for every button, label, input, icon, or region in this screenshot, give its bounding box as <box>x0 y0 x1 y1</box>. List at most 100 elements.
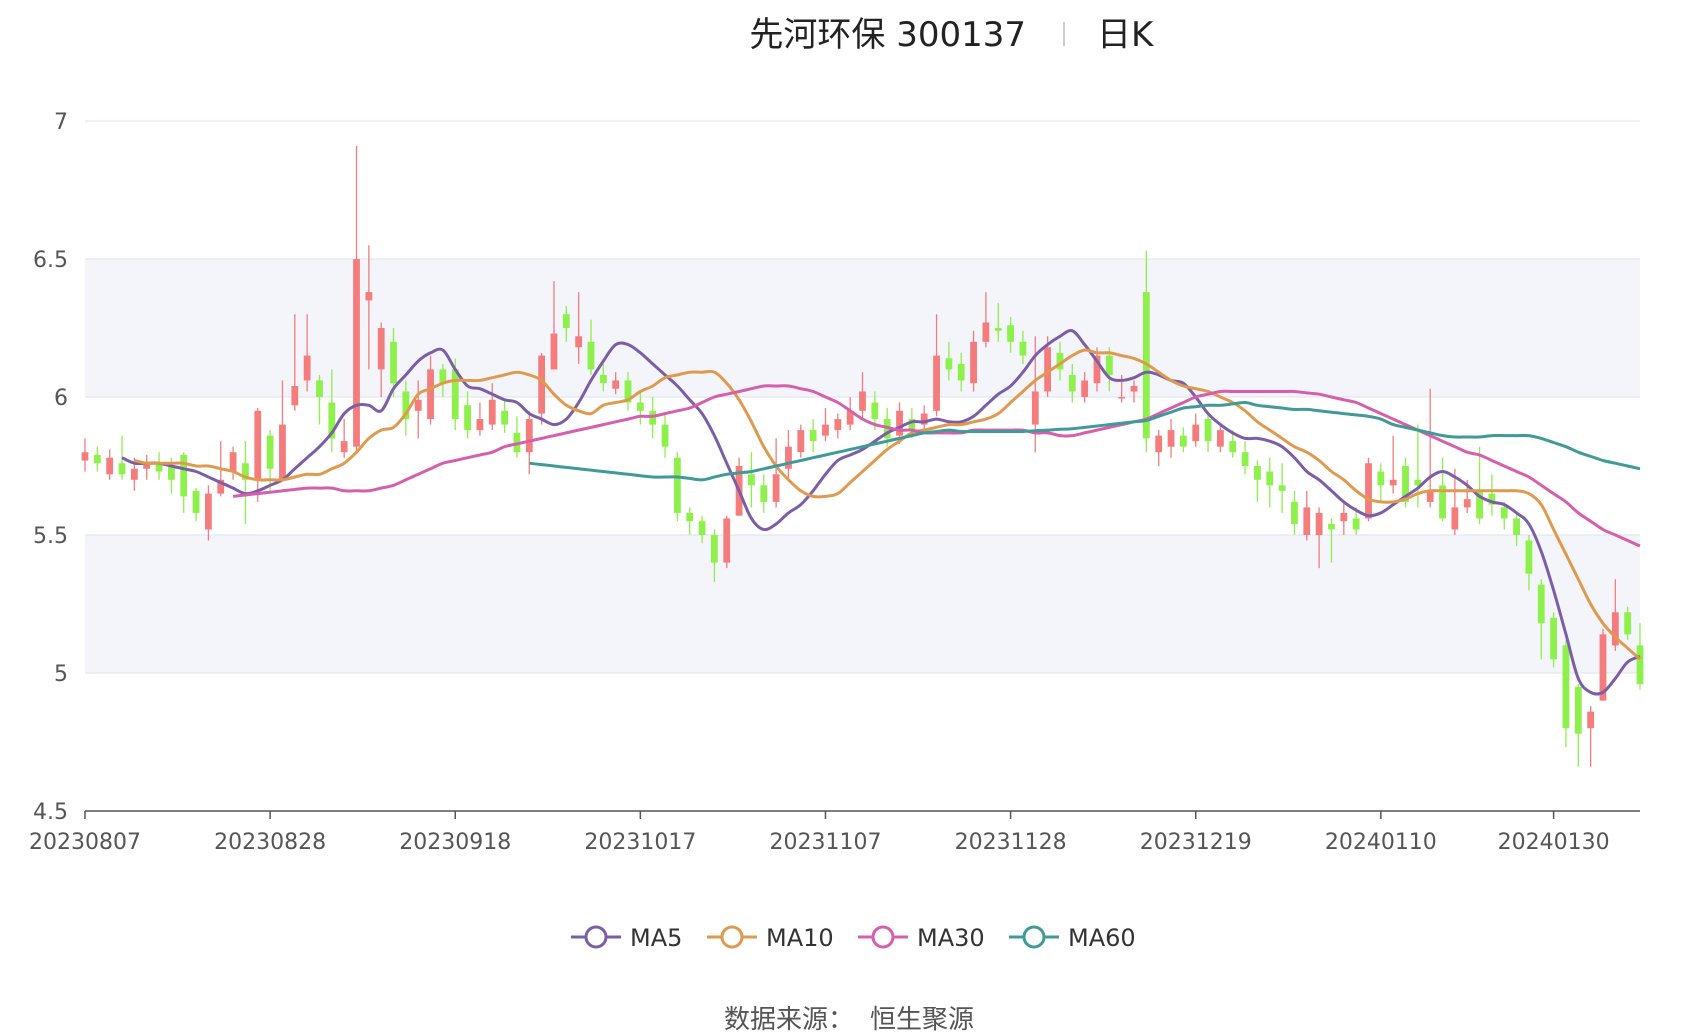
candle-body <box>1587 711 1595 729</box>
candle <box>205 485 212 541</box>
candle <box>155 452 163 480</box>
candle-body <box>636 402 644 411</box>
y-tick-label: 4.5 <box>33 800 68 825</box>
candle <box>1241 441 1249 475</box>
candle-body <box>896 410 903 436</box>
series-line-ma60 <box>529 400 1641 482</box>
candle-body <box>1636 645 1644 685</box>
candle <box>229 446 237 480</box>
candle-body <box>587 341 595 370</box>
candle-body <box>562 314 570 328</box>
y-tick-label: 7 <box>54 110 68 135</box>
candle-body <box>1217 430 1224 447</box>
candle <box>1550 612 1558 668</box>
candle-body <box>723 518 731 563</box>
candle <box>1179 427 1187 453</box>
candle-body <box>1081 380 1089 397</box>
candle-body <box>316 380 323 397</box>
candle <box>1389 435 1397 494</box>
candle <box>1291 490 1298 535</box>
candle-body <box>1254 466 1261 480</box>
candle <box>673 452 681 522</box>
candle-body <box>414 399 422 411</box>
candle-body <box>1291 501 1298 524</box>
candle <box>1278 463 1286 513</box>
candle <box>1365 457 1372 522</box>
candle-body <box>106 457 114 475</box>
source-label: 数据来源： <box>724 1005 854 1034</box>
candle <box>661 413 669 458</box>
candle-body <box>279 424 286 480</box>
legend-label: MA5 <box>630 924 682 952</box>
candle <box>748 452 755 508</box>
candle <box>797 424 805 458</box>
legend-item-ma30: MA30 <box>858 924 985 952</box>
candle-body <box>822 424 829 436</box>
candle-body <box>1352 518 1360 530</box>
candle-body <box>1525 540 1533 574</box>
candle <box>1192 413 1200 447</box>
x-tick-label: 20240110 <box>1325 830 1437 855</box>
candle-body <box>377 328 385 370</box>
x-tick-label: 20231219 <box>1140 830 1252 855</box>
legend-marker <box>584 925 608 949</box>
title-separator <box>1063 22 1065 46</box>
candle <box>316 374 323 425</box>
candle <box>93 446 101 472</box>
candle <box>723 515 731 569</box>
candle <box>180 452 188 513</box>
candle-body <box>994 328 1002 331</box>
y-tick-label: 5.5 <box>33 524 68 549</box>
candle-body <box>93 454 101 464</box>
candle <box>81 438 89 472</box>
candle-body <box>1537 584 1545 624</box>
candle <box>1340 501 1348 535</box>
candle-body <box>501 410 508 425</box>
candle-body <box>1463 499 1471 508</box>
candle-body <box>1229 441 1237 453</box>
candle-body <box>661 424 669 447</box>
legend-marker <box>871 925 895 949</box>
candle-body <box>205 493 212 530</box>
x-tick-label: 20230918 <box>399 830 511 855</box>
candle-body <box>291 385 299 406</box>
candle-body <box>1303 507 1311 535</box>
candle-body <box>1315 512 1323 535</box>
candle-body <box>599 374 607 384</box>
candle <box>1587 706 1595 767</box>
source-note: 数据来源： 恒生聚源 <box>724 1005 974 1034</box>
candle-body <box>254 410 262 480</box>
candle-body <box>1624 612 1632 635</box>
legend-item-ma60: MA60 <box>1009 924 1136 952</box>
candle-body <box>192 490 200 513</box>
candle-body <box>1389 479 1397 486</box>
candle-body <box>1118 397 1126 399</box>
legend-marker <box>1022 925 1046 949</box>
y-tick-label: 6.5 <box>33 248 68 273</box>
x-tick-label: 20231107 <box>769 830 881 855</box>
candle-body <box>180 454 188 497</box>
candle-body <box>686 512 694 522</box>
candle-body <box>1266 471 1274 486</box>
source-name: 恒生聚源 <box>870 1005 974 1034</box>
candle <box>686 507 694 535</box>
candle-body <box>772 474 780 502</box>
plot-band <box>85 535 1640 673</box>
x-tick-label: 20230807 <box>29 830 141 855</box>
candle-body <box>476 419 484 431</box>
x-tick-label: 20240130 <box>1498 830 1610 855</box>
candle-body <box>1179 435 1187 447</box>
candle <box>143 454 151 480</box>
candle <box>1167 419 1175 458</box>
candle-body <box>427 369 434 420</box>
candle <box>809 419 817 453</box>
x-axis: 20230807 20230828 20230918 20231017 20231107… <box>29 810 1640 855</box>
candle-body <box>1167 430 1175 447</box>
legend: MA5 MA10 MA30 MA60 <box>571 924 1136 952</box>
candle-body <box>365 292 373 301</box>
candle <box>476 402 484 436</box>
candle-body <box>1105 355 1113 375</box>
legend-marker <box>720 925 744 949</box>
legend-item-ma10: MA10 <box>707 924 834 952</box>
candle <box>772 438 780 508</box>
